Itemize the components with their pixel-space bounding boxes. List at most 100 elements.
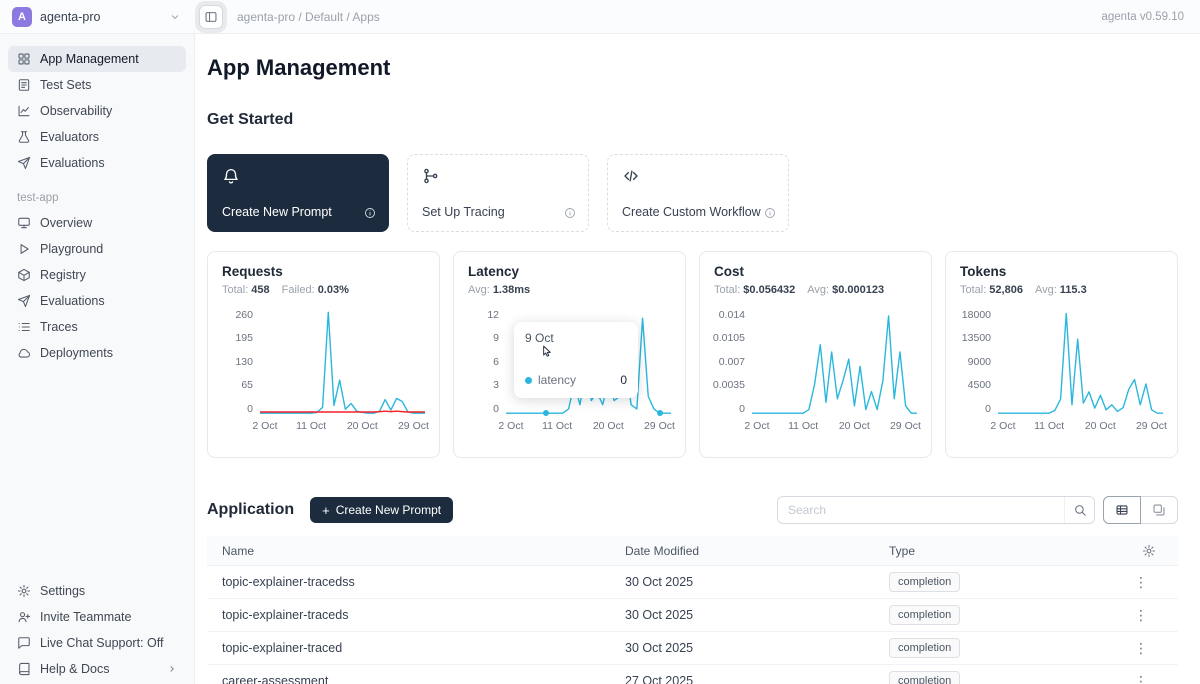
monitor-icon xyxy=(17,216,31,230)
sidebar-item-settings[interactable]: Settings xyxy=(8,578,186,604)
sidebar-item-label: Test Sets xyxy=(40,78,91,92)
line-chart[interactable] xyxy=(260,310,425,414)
set-up-tracing-card[interactable]: Set Up Tracing xyxy=(407,154,589,232)
y-axis: 129630 xyxy=(468,310,506,414)
chart-stats: Total:$0.056432 Avg:$0.000123 xyxy=(714,284,917,296)
table-row[interactable]: topic-explainer-traced 30 Oct 2025 compl… xyxy=(207,632,1178,665)
paper-plane-icon xyxy=(17,294,31,308)
sidebar-item-label: Live Chat Support: Off xyxy=(40,636,163,650)
application-header: Application + Create New Prompt xyxy=(207,496,1178,524)
sidebar-item-traces[interactable]: Traces xyxy=(8,314,186,340)
sidebar-item-registry[interactable]: Registry xyxy=(8,262,186,288)
info-icon[interactable] xyxy=(764,207,776,219)
book-icon xyxy=(17,662,31,676)
gear-icon xyxy=(17,584,31,598)
create-button-label: Create New Prompt xyxy=(336,503,441,517)
info-icon[interactable] xyxy=(564,207,576,219)
app-name[interactable]: topic-explainer-traceds xyxy=(207,608,610,622)
chat-bubble-icon xyxy=(17,636,31,650)
sidebar-item-help-docs[interactable]: Help & Docs xyxy=(8,656,186,682)
sidebar-item-label: Registry xyxy=(40,268,86,282)
sidebar-item-observability[interactable]: Observability xyxy=(8,98,186,124)
table-row[interactable]: topic-explainer-traceds 30 Oct 2025 comp… xyxy=(207,599,1178,632)
top-bar: A agenta-pro agenta-pro / Default / Apps… xyxy=(0,0,1200,34)
sidebar-item-invite-teammate[interactable]: Invite Teammate xyxy=(8,604,186,630)
panel-left-icon xyxy=(204,10,218,24)
sidebar-item-playground[interactable]: Playground xyxy=(8,236,186,262)
chart-title: Cost xyxy=(714,264,917,279)
breadcrumb[interactable]: agenta-pro / Default / Apps xyxy=(237,10,380,24)
sidebar-item-live-chat-support[interactable]: Live Chat Support: Off xyxy=(8,630,186,656)
table-row[interactable]: career-assessment 27 Oct 2025 completion… xyxy=(207,665,1178,684)
app-date-modified: 30 Oct 2025 xyxy=(610,641,874,655)
sidebar-item-label: Overview xyxy=(40,216,92,230)
series-dot xyxy=(525,377,532,384)
search-button[interactable] xyxy=(1064,497,1094,523)
search-icon xyxy=(1073,503,1087,517)
sidebar-item-evaluations-app[interactable]: Evaluations xyxy=(8,288,186,314)
app-date-modified: 30 Oct 2025 xyxy=(610,608,874,622)
user-plus-icon xyxy=(17,610,31,624)
table-row[interactable]: topic-explainer-tracedss 30 Oct 2025 com… xyxy=(207,566,1178,599)
chart-card-latency: Latency Avg:1.38ms 129630 2 Oct11 Oct20 … xyxy=(453,251,686,458)
chart-stats: Total:458 Failed:0.03% xyxy=(222,284,425,296)
sidebar-item-label: Settings xyxy=(40,584,85,598)
sidebar-item-label: Deployments xyxy=(40,346,113,360)
tooltip-series: latency xyxy=(538,373,614,387)
sidebar-item-test-sets[interactable]: Test Sets xyxy=(8,72,186,98)
sidebar-toggle-button[interactable] xyxy=(199,5,223,29)
type-tag: completion xyxy=(889,572,960,592)
chevron-right-icon xyxy=(167,664,177,674)
app-name[interactable]: career-assessment xyxy=(207,674,610,684)
column-settings-button[interactable] xyxy=(1118,544,1178,558)
create-new-prompt-button[interactable]: + Create New Prompt xyxy=(310,497,453,523)
type-tag: completion xyxy=(889,605,960,625)
workspace-selector[interactable]: A agenta-pro xyxy=(0,7,195,27)
sidebar-bottom: Settings Invite Teammate Live Chat Suppo… xyxy=(0,578,194,682)
card-label: Create Custom Workflow xyxy=(622,205,761,219)
row-more-actions-button[interactable]: ⋮ xyxy=(1130,575,1152,589)
workspace-avatar: A xyxy=(12,7,32,27)
y-axis: 1800013500900045000 xyxy=(960,310,998,414)
chart-line-icon xyxy=(17,104,31,118)
type-tag: completion xyxy=(889,671,960,684)
sidebar-item-label: App Management xyxy=(40,52,139,66)
table-view-button[interactable] xyxy=(1103,496,1141,524)
app-name[interactable]: topic-explainer-traced xyxy=(207,641,610,655)
x-axis: 2 Oct11 Oct20 Oct29 Oct xyxy=(752,420,917,434)
search-box xyxy=(777,496,1095,524)
row-more-actions-button[interactable]: ⋮ xyxy=(1130,641,1152,655)
info-icon[interactable] xyxy=(364,207,376,219)
type-tag: completion xyxy=(889,638,960,658)
cursor-icon xyxy=(540,344,556,360)
card-view-button[interactable] xyxy=(1140,496,1178,524)
row-more-actions-button[interactable]: ⋮ xyxy=(1130,608,1152,622)
sidebar-item-evaluators[interactable]: Evaluators xyxy=(8,124,186,150)
flask-icon xyxy=(17,130,31,144)
app-date-modified: 30 Oct 2025 xyxy=(610,575,874,589)
paper-plane-icon xyxy=(17,156,31,170)
sidebar-item-overview[interactable]: Overview xyxy=(8,210,186,236)
x-axis: 2 Oct11 Oct20 Oct29 Oct xyxy=(260,420,425,434)
create-custom-workflow-card[interactable]: Create Custom Workflow xyxy=(607,154,789,232)
get-started-title: Get Started xyxy=(207,110,1178,130)
x-axis: 2 Oct11 Oct20 Oct29 Oct xyxy=(998,420,1163,434)
sidebar-item-label: Evaluations xyxy=(40,156,105,170)
sidebar-item-label: Traces xyxy=(40,320,78,334)
chevron-down-icon xyxy=(169,11,181,23)
sidebar-item-evaluations[interactable]: Evaluations xyxy=(8,150,186,176)
column-header-type: Type xyxy=(874,544,1118,558)
sidebar-item-deployments[interactable]: Deployments xyxy=(8,340,186,366)
line-chart[interactable] xyxy=(998,310,1163,414)
sidebar-item-app-management[interactable]: App Management xyxy=(8,46,186,72)
app-name[interactable]: topic-explainer-tracedss xyxy=(207,575,610,589)
create-new-prompt-card[interactable]: Create New Prompt xyxy=(207,154,389,232)
line-chart[interactable] xyxy=(752,310,917,414)
chart-title: Tokens xyxy=(960,264,1163,279)
branch-icon xyxy=(422,167,440,185)
app-root: A agenta-pro agenta-pro / Default / Apps… xyxy=(0,0,1200,684)
table-icon xyxy=(1115,503,1129,517)
search-input[interactable] xyxy=(778,503,1064,517)
list-ordered-icon xyxy=(17,320,31,334)
row-more-actions-button[interactable]: ⋮ xyxy=(1130,674,1152,684)
